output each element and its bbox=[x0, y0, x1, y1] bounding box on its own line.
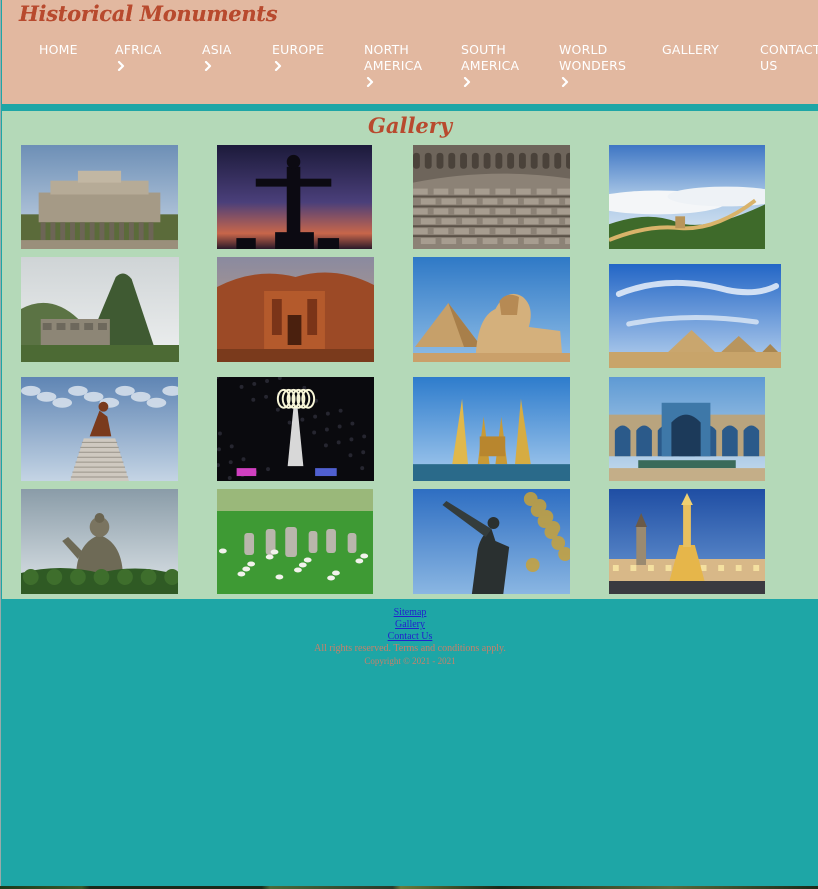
footer-link-gallery[interactable]: Gallery bbox=[395, 619, 425, 631]
colosseum-interior-image[interactable] bbox=[413, 145, 570, 249]
sphinx-and-pyramid-image[interactable] bbox=[413, 257, 570, 362]
gallery-title: Gallery bbox=[367, 113, 453, 138]
nav-item-label: SOUTH bbox=[461, 42, 506, 57]
temple-of-warriors-image[interactable] bbox=[21, 145, 178, 249]
nasir-al-mulk-mosque-image[interactable] bbox=[609, 377, 765, 481]
footer-link-sitemap[interactable]: Sitemap bbox=[394, 607, 427, 619]
chevron-right-icon[interactable] bbox=[461, 74, 471, 90]
nav-item-africa[interactable]: AFRICA bbox=[115, 42, 162, 74]
footer-copyright: Copyright © 2021 - 2021 bbox=[364, 656, 456, 666]
nav-item-label: EUROPE bbox=[272, 42, 325, 57]
olympic-cauldron-night-image[interactable] bbox=[217, 377, 374, 481]
holy-trinity-column-image[interactable] bbox=[609, 489, 765, 594]
nav-item-label: AFRICA bbox=[115, 42, 162, 57]
nav-item-label: WORLD bbox=[559, 42, 608, 57]
chevron-right-icon[interactable] bbox=[272, 58, 282, 74]
machu-picchu-image[interactable] bbox=[21, 257, 179, 362]
standing-stones-image[interactable] bbox=[217, 489, 373, 594]
giza-pyramids-image[interactable] bbox=[609, 264, 781, 368]
tian-tan-buddha-image[interactable] bbox=[21, 489, 178, 594]
main-nav: HOME AFRICA ASIA EUROPE NORTH AMERICA SOUTH AME… bbox=[2, 42, 818, 102]
nav-item-label: CONTACT bbox=[760, 42, 818, 57]
site-footer: Sitemap Gallery Contact Us All rights re… bbox=[2, 599, 818, 886]
nav-item-label: GALLERY bbox=[662, 42, 719, 57]
footer-rights-text: All rights reserved. Terms and condition… bbox=[314, 643, 506, 654]
chevron-right-icon[interactable] bbox=[115, 58, 125, 74]
chevron-right-icon[interactable] bbox=[559, 74, 569, 90]
nav-item-world-wonders[interactable]: WORLD WONDERS bbox=[559, 42, 626, 90]
footer-link-contact[interactable]: Contact Us bbox=[388, 631, 433, 643]
site-logo[interactable]: Historical Monuments bbox=[19, 1, 278, 26]
nav-item-label: NORTH bbox=[364, 42, 410, 57]
nav-item-north-america[interactable]: NORTH AMERICA bbox=[364, 42, 422, 90]
nav-item-label: AMERICA bbox=[461, 58, 520, 73]
nav-item-south-america[interactable]: SOUTH AMERICA bbox=[461, 42, 519, 90]
nav-item-label: ASIA bbox=[202, 42, 232, 57]
nav-item-label: US bbox=[760, 58, 778, 73]
chevron-right-icon[interactable] bbox=[202, 58, 212, 74]
page: Historical Monuments HOME AFRICA ASIA EUROP… bbox=[0, 0, 818, 886]
nav-item-gallery[interactable]: GALLERY bbox=[662, 42, 719, 58]
gallery-section: Gallery bbox=[2, 111, 818, 599]
nav-item-label: WONDERS bbox=[559, 58, 627, 73]
petra-monastery-image[interactable] bbox=[217, 257, 374, 362]
bronze-statue-image[interactable] bbox=[413, 489, 570, 594]
african-renaissance-monument-image[interactable] bbox=[21, 377, 178, 481]
great-wall-image[interactable] bbox=[609, 145, 765, 249]
header-divider bbox=[2, 104, 818, 111]
nav-item-contact-us[interactable]: CONTACT US bbox=[760, 42, 818, 74]
chevron-right-icon[interactable] bbox=[364, 74, 374, 90]
site-header: Historical Monuments HOME AFRICA ASIA EUROP… bbox=[2, 0, 818, 104]
nav-item-home[interactable]: HOME bbox=[39, 42, 78, 58]
nav-item-europe[interactable]: EUROPE bbox=[272, 42, 324, 74]
christ-the-redeemer-image[interactable] bbox=[217, 145, 372, 249]
nav-item-asia[interactable]: ASIA bbox=[202, 42, 232, 74]
democracy-monument-image[interactable] bbox=[413, 377, 570, 481]
nav-item-label: HOME bbox=[39, 42, 78, 57]
nav-item-label: AMERICA bbox=[364, 58, 423, 73]
